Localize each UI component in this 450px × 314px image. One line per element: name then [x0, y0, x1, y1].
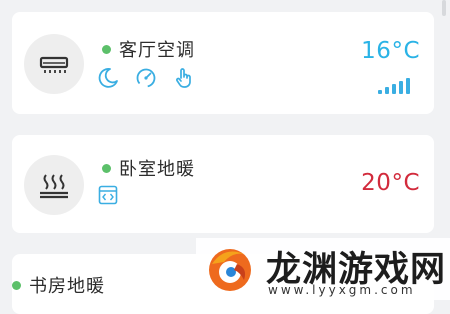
- device-card-bedroom-floor-heating[interactable]: 卧室地暖 20°C: [12, 135, 434, 233]
- signal-strength-indicator: [375, 78, 410, 94]
- device-title-row: 卧室地暖: [102, 155, 195, 181]
- device-icon-circle: [24, 155, 84, 215]
- schedule-icon[interactable]: [96, 183, 120, 207]
- speed-gauge-icon[interactable]: [134, 66, 158, 90]
- hand-touch-icon[interactable]: [172, 66, 196, 90]
- online-status-dot: [102, 163, 111, 173]
- device-name: 书房地暖: [29, 276, 105, 297]
- signal-bar: [385, 87, 389, 94]
- floor-heating-icon: [40, 174, 68, 199]
- signal-bar: [378, 90, 382, 94]
- device-name: 客厅空调: [119, 40, 195, 61]
- air-conditioner-icon: [39, 56, 69, 73]
- online-status-dot: [102, 44, 111, 54]
- site-logo: [209, 249, 251, 291]
- site-watermark: 龙渊游戏网 www.lyyxgm.com: [196, 238, 450, 300]
- device-icon-circle: [24, 34, 84, 94]
- signal-bar: [406, 78, 410, 94]
- moon-icon[interactable]: [96, 66, 120, 90]
- signal-bar: [392, 84, 396, 94]
- device-temperature: 20°C: [361, 170, 420, 196]
- watermark-url: www.lyyxgm.com: [268, 283, 416, 297]
- device-temperature: 16°C: [361, 38, 420, 64]
- device-controls: [96, 183, 134, 207]
- scrollbar[interactable]: [442, 0, 446, 16]
- signal-bar: [399, 81, 403, 94]
- device-title-row: 书房地暖: [12, 272, 105, 298]
- device-name: 卧室地暖: [119, 159, 195, 180]
- online-status-dot: [12, 280, 21, 290]
- device-title-row: 客厅空调: [102, 36, 195, 62]
- device-card-living-room-ac[interactable]: 客厅空调 16°C: [12, 12, 434, 114]
- device-controls: [96, 66, 210, 90]
